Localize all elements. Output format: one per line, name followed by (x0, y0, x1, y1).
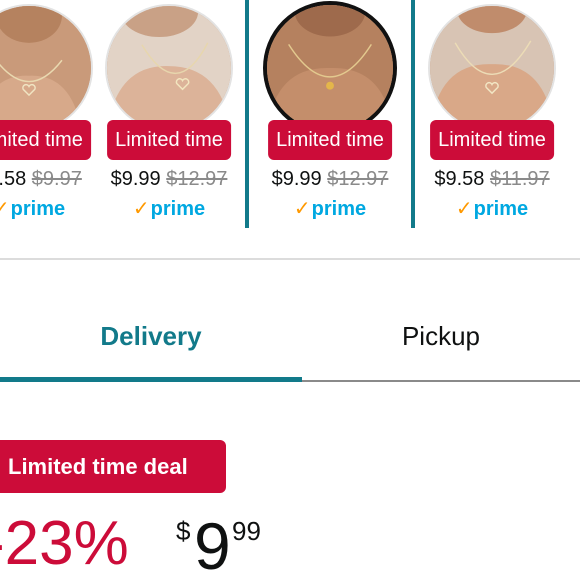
necklace-photo-icon (267, 5, 393, 131)
tab-delivery[interactable]: Delivery (0, 316, 302, 356)
variant-price: $9.58 $11.97 (412, 168, 572, 191)
prime-check-icon: ✓ (293, 198, 311, 220)
variant-thumbnail (0, 4, 93, 132)
variant-price: $9.99 $12.97 (89, 168, 249, 191)
limited-time-badge: Limited time (268, 120, 392, 160)
prime-badge: ✓prime (412, 196, 572, 221)
limited-time-deal-badge: Limited time deal (0, 440, 226, 493)
prime-label: prime (311, 198, 367, 220)
current-price: $9.58 (0, 168, 27, 190)
prime-badge: ✓prime (249, 196, 411, 221)
current-price: $9.99 (271, 168, 322, 190)
current-price: $9.99 (110, 168, 161, 190)
prime-check-icon: ✓ (0, 198, 10, 220)
prime-check-icon: ✓ (455, 198, 473, 220)
variant-thumbnail (428, 4, 556, 132)
list-price: $12.97 (327, 168, 389, 190)
tab-pickup[interactable]: Pickup (302, 316, 580, 356)
prime-badge: ✓prime (89, 196, 249, 221)
prime-check-icon: ✓ (132, 198, 150, 220)
variant-carousel[interactable]: Limited time $9.58 $9.97 ✓prime Limited … (0, 0, 580, 258)
prime-label: prime (473, 198, 529, 220)
list-price: $11.97 (489, 168, 550, 190)
necklace-photo-icon (0, 6, 91, 130)
current-price: $9.58 (434, 168, 485, 190)
prime-label: prime (10, 198, 66, 220)
variant-thumbnail (263, 1, 397, 135)
list-price: $9.97 (31, 168, 82, 190)
necklace-photo-icon (430, 6, 554, 130)
variant-price: $9.99 $12.97 (249, 168, 411, 191)
limited-time-badge: Limited time (0, 120, 91, 160)
section-divider (0, 258, 580, 260)
variant-thumbnail (105, 4, 233, 132)
variant-option-4[interactable]: Limited time $9.58 $11.97 ✓prime (412, 0, 572, 228)
list-price: $12.97 (166, 168, 228, 190)
variant-option-2[interactable]: Limited time $9.99 $12.97 ✓prime (89, 0, 249, 228)
variant-option-3-selected[interactable]: Limited time $9.99 $12.97 ✓prime (245, 0, 415, 228)
limited-time-badge: Limited time (107, 120, 231, 160)
discount-percentage: -23% (0, 509, 129, 578)
price-symbol: $ (176, 516, 191, 546)
necklace-photo-icon (107, 6, 231, 130)
price-whole: 9 (194, 509, 231, 580)
price-fraction: 99 (232, 516, 261, 546)
prime-label: prime (150, 198, 206, 220)
active-tab-indicator (0, 377, 302, 382)
limited-time-badge: Limited time (430, 120, 554, 160)
